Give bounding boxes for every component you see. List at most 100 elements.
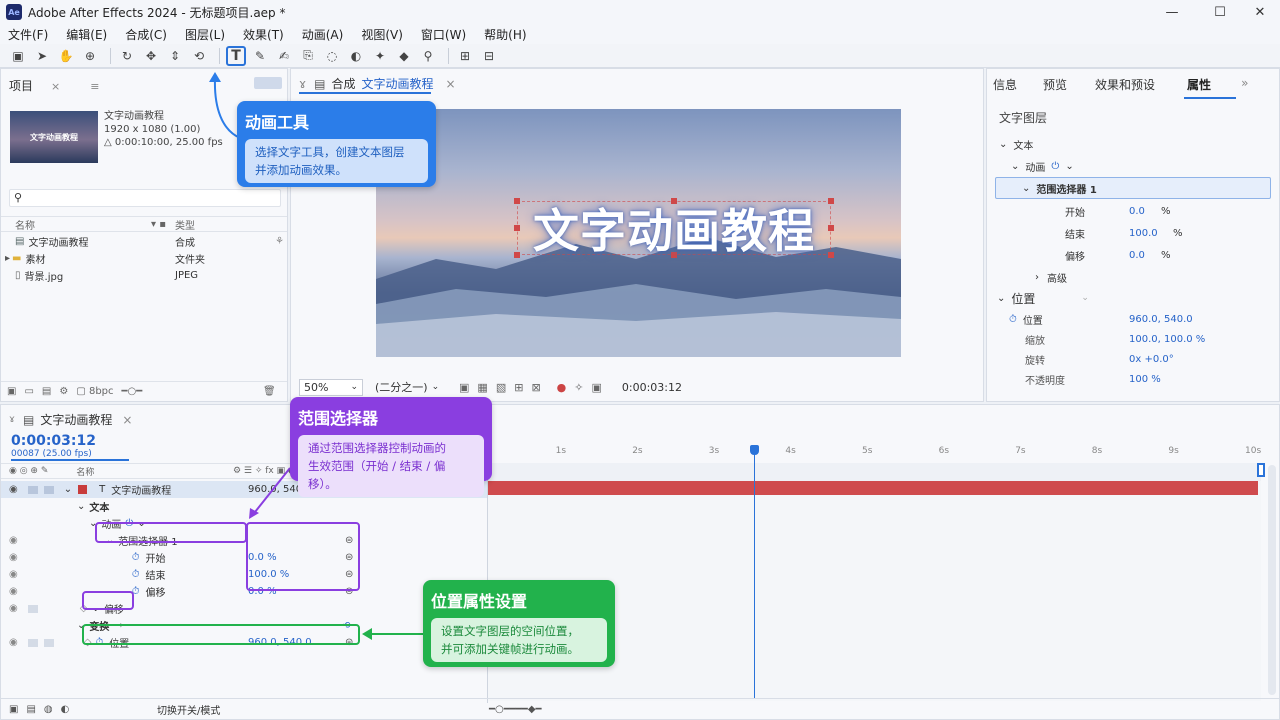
comp-tab-prefix[interactable]: 合成 xyxy=(332,75,356,92)
orbit-tool-icon[interactable]: ↻ xyxy=(117,46,137,66)
close-icon[interactable]: × xyxy=(51,80,60,93)
stopwatch-icon[interactable]: ⏱ xyxy=(132,569,140,580)
hand-tool-icon[interactable]: ✋ xyxy=(56,46,76,66)
dolly-tool-icon[interactable]: ⇕ xyxy=(165,46,185,66)
prop-text-row[interactable]: ⌄ 文本 xyxy=(1,498,487,515)
roto-tool-icon[interactable]: ◐ xyxy=(346,46,366,66)
menu-effect[interactable]: 效果(T) xyxy=(243,26,284,43)
close-icon[interactable]: × xyxy=(446,77,456,91)
work-area-end-handle[interactable] xyxy=(1257,463,1265,477)
menu-help[interactable]: 帮助(H) xyxy=(484,26,526,43)
bit-depth-icon[interactable]: ▢ 8bpc xyxy=(76,386,113,397)
color-depth-icon[interactable] xyxy=(254,77,282,89)
region-icon[interactable]: ▣ xyxy=(459,381,469,394)
prop-animate-group[interactable]: ⌄ 动画 ⏻ ⌄ xyxy=(987,157,1279,175)
composition-canvas[interactable]: 文字动画教程 xyxy=(376,109,901,357)
menu-file[interactable]: 文件(F) xyxy=(8,26,48,43)
guides-icon[interactable]: ⊞ xyxy=(514,381,523,394)
prop-start[interactable]: 开始 0.0% xyxy=(987,202,1279,220)
list-item[interactable]: ▯ 背景.jpg JPEG xyxy=(1,267,287,284)
list-item[interactable]: ▸ ▬ 素材 文件夹 xyxy=(1,250,287,267)
chevron-down-icon[interactable]: ⌄ xyxy=(1065,161,1073,172)
clone-tool-icon[interactable]: ⎘ xyxy=(298,46,318,66)
snapshot-icon[interactable]: ✧ xyxy=(574,381,583,394)
col-name-header[interactable]: 名称 xyxy=(15,217,35,232)
puppet-tool-icon[interactable]: ✦ xyxy=(370,46,390,66)
animate-menu-icon[interactable]: ⏻ xyxy=(1051,161,1059,172)
interpret-footage-icon[interactable]: ▣ xyxy=(7,386,16,397)
eye-icon[interactable]: ◉ xyxy=(9,569,18,580)
selection-tool-icon[interactable]: ➤ xyxy=(32,46,52,66)
search-input[interactable]: ⚲ xyxy=(9,189,281,207)
prop-opacity[interactable]: 不透明度 100 % xyxy=(987,370,1279,388)
settings-icon[interactable]: ⚙ xyxy=(59,386,68,397)
menu-animation[interactable]: 动画(A) xyxy=(302,26,344,43)
home-icon[interactable]: ▣ xyxy=(8,46,28,66)
minimize-button[interactable]: — xyxy=(1152,2,1192,22)
frame-blend-icon[interactable]: ◍ xyxy=(44,704,53,715)
close-button[interactable]: ✕ xyxy=(1240,2,1280,22)
transparency-grid-icon[interactable]: ▦ xyxy=(477,381,487,394)
menu-view[interactable]: 视图(V) xyxy=(361,26,403,43)
prop-text-group[interactable]: ⌄ 文本 xyxy=(987,135,1279,153)
resolution-select[interactable]: (二分之一) ⌄ xyxy=(375,379,447,396)
prop-rotation[interactable]: 旋转 0x +0.0° xyxy=(987,350,1279,368)
eye-icon[interactable]: ◉ xyxy=(9,484,18,495)
zoom-select[interactable]: 50% ⌄ xyxy=(299,378,363,396)
tab-properties[interactable]: 属性 xyxy=(1187,76,1211,93)
pan-tool-icon[interactable]: ✥ xyxy=(141,46,161,66)
panel-menu-icon[interactable]: » xyxy=(1241,76,1248,93)
comp-mini-icon[interactable]: ▣ xyxy=(9,704,18,715)
menu-composition[interactable]: 合成(C) xyxy=(125,26,167,43)
snap-icon[interactable]: ⊞ xyxy=(455,46,475,66)
motion-blur-icon[interactable]: ◐ xyxy=(61,704,70,715)
text-tool-icon[interactable]: T xyxy=(226,45,246,66)
show-snapshot-icon[interactable]: ▣ xyxy=(591,381,601,394)
prop-position[interactable]: ⏱ 位置 960.0, 540.0 xyxy=(987,310,1279,328)
new-comp-icon[interactable]: ▤ xyxy=(42,386,51,397)
close-icon[interactable]: × xyxy=(122,413,132,427)
prop-end[interactable]: 结束 100.0% xyxy=(987,224,1279,242)
zoom-slider-icon[interactable]: ━○━ xyxy=(122,386,143,397)
eye-icon[interactable]: ◉ xyxy=(9,552,18,563)
maximize-button[interactable]: ☐ xyxy=(1200,2,1240,22)
prop-range-selector[interactable]: ⌄ 范围选择器 1 xyxy=(995,177,1271,199)
new-folder-icon[interactable]: ▭ xyxy=(24,386,33,397)
zoom-tool-icon[interactable]: ⊕ xyxy=(80,46,100,66)
toggle-switches-modes[interactable]: 切换开关/模式 xyxy=(157,702,220,717)
expand-arrow-icon[interactable]: ▸ xyxy=(5,253,10,264)
brush-tool-icon[interactable]: ✍ xyxy=(274,46,294,66)
trash-icon[interactable]: 🗑 xyxy=(263,386,276,397)
eye-icon[interactable]: ◉ xyxy=(9,535,18,546)
col-type-header[interactable]: 类型 xyxy=(175,217,195,232)
stopwatch-icon[interactable]: ⏱ xyxy=(132,552,140,563)
list-item[interactable]: ▤ 文字动画教程 合成 ⚘ xyxy=(1,233,287,250)
tab-effects-presets[interactable]: 效果和预设 xyxy=(1095,76,1155,93)
mask-icon[interactable]: ▧ xyxy=(496,381,506,394)
safe-zones-icon[interactable]: ⊠ xyxy=(531,381,540,394)
lock-icon[interactable]: ɤ xyxy=(9,414,15,425)
timeline-tab[interactable]: 文字动画教程 xyxy=(40,411,112,428)
layer-duration-bar[interactable] xyxy=(488,481,1258,495)
menu-edit[interactable]: 编辑(E) xyxy=(66,26,107,43)
menu-layer[interactable]: 图层(L) xyxy=(185,26,225,43)
tab-preview[interactable]: 预览 xyxy=(1043,76,1067,93)
eye-icon[interactable]: ◉ xyxy=(9,603,18,614)
prop-scale[interactable]: 缩放 100.0, 100.0 % xyxy=(987,330,1279,348)
prop-advanced-row[interactable]: ◉ ◇ ⌄ 偏移 xyxy=(1,600,487,617)
rotate-tool-icon[interactable]: ⟲ xyxy=(189,46,209,66)
prop-start-row[interactable]: ◉ ⏱ 开始 0.0 % ⊜ xyxy=(1,549,487,566)
chevron-down-icon[interactable]: ⌄ xyxy=(64,484,72,495)
prop-offset[interactable]: 偏移 0.0% xyxy=(987,246,1279,264)
pen-tool-icon[interactable]: ✎ xyxy=(250,46,270,66)
align-icon[interactable]: ⊟ xyxy=(479,46,499,66)
menu-window[interactable]: 窗口(W) xyxy=(421,26,466,43)
color-channel-icon[interactable]: ● xyxy=(557,381,567,394)
eraser-tool-icon[interactable]: ◌ xyxy=(322,46,342,66)
stopwatch-icon[interactable]: ⏱ xyxy=(1009,314,1017,325)
pin-tool-icon[interactable]: ⚲ xyxy=(418,46,438,66)
lock-icon[interactable]: ɤ xyxy=(299,77,306,91)
lock-icon[interactable] xyxy=(43,485,54,494)
menu-icon[interactable]: ≡ xyxy=(90,80,99,93)
viewer-timecode[interactable]: 0:00:03:12 xyxy=(622,381,682,394)
